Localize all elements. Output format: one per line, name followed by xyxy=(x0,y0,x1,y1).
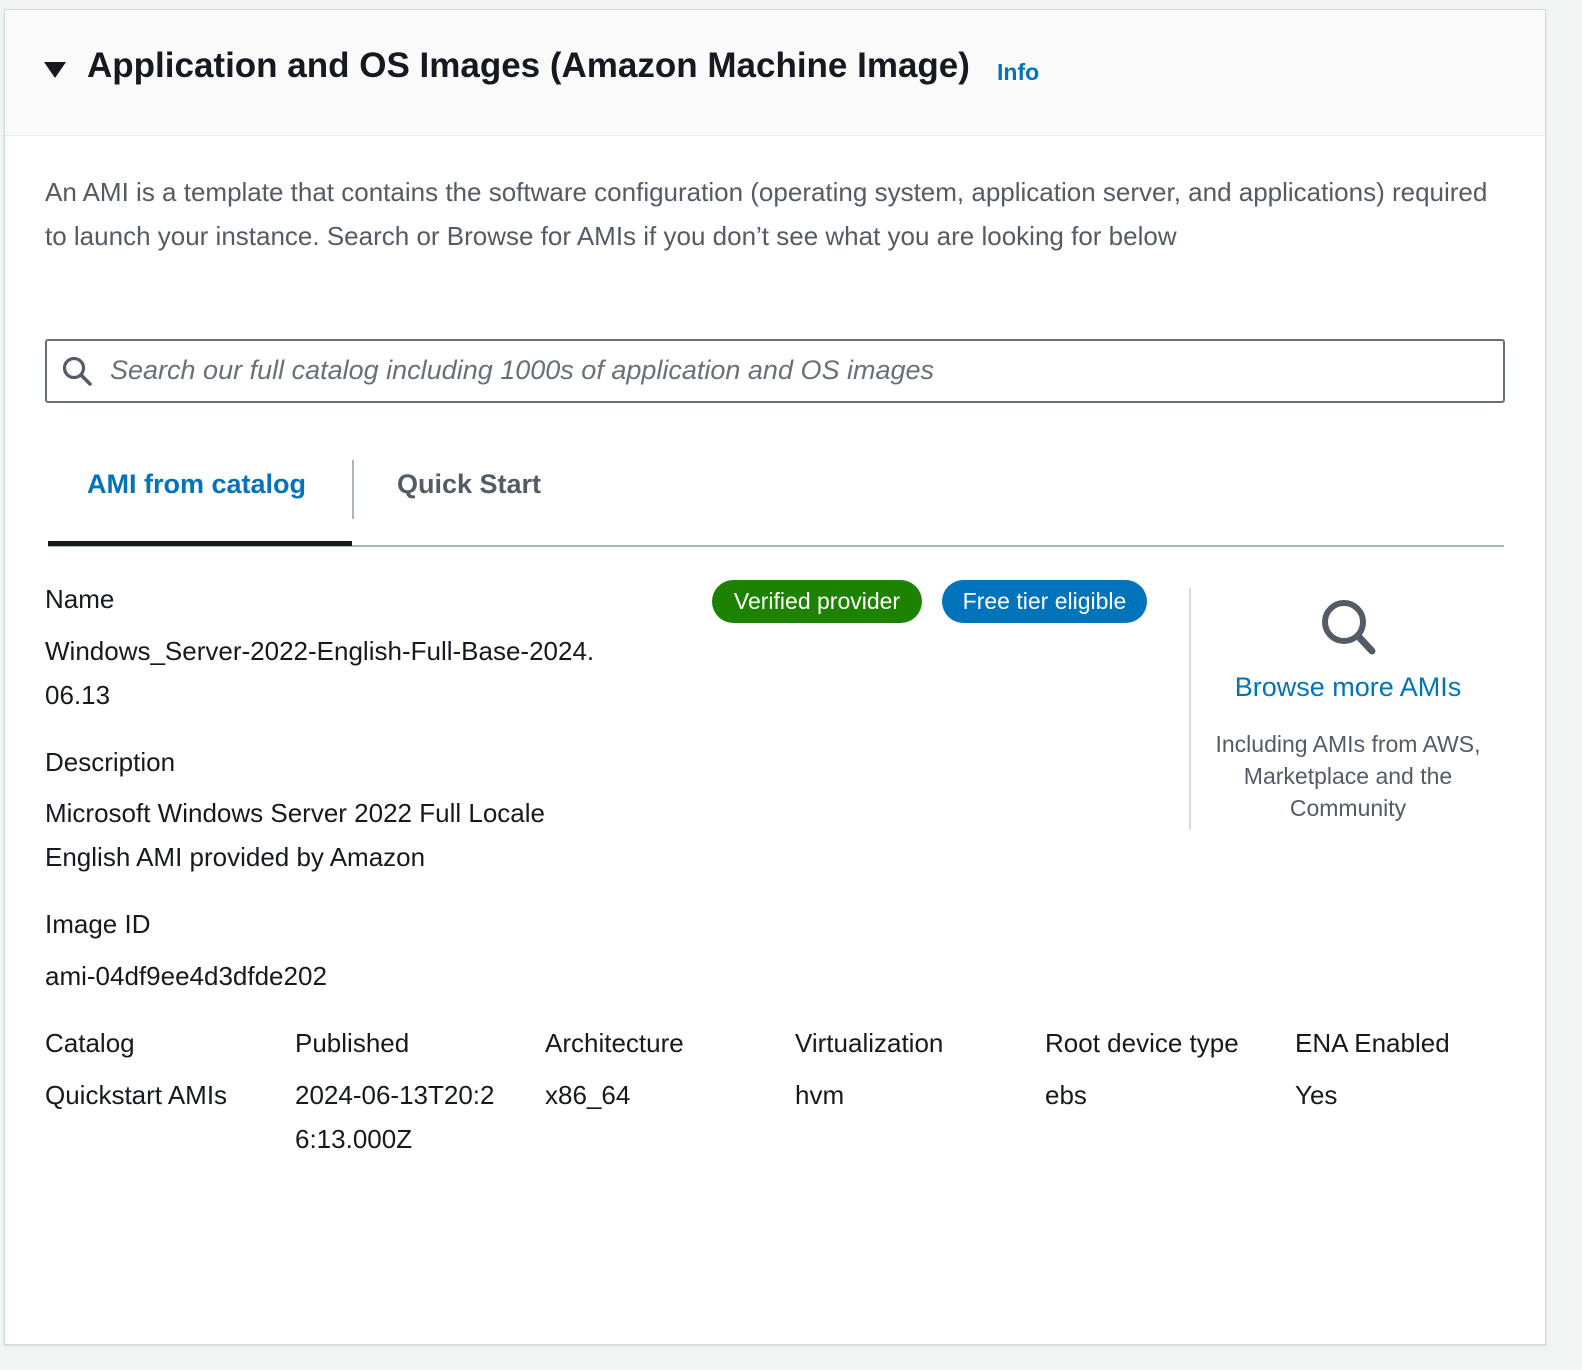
section-description: An AMI is a template that contains the s… xyxy=(45,177,1488,251)
verified-provider-badge: Verified provider xyxy=(712,580,922,623)
root-device-type-value: ebs xyxy=(1045,1080,1087,1110)
catalog-value: Quickstart AMIs xyxy=(45,1080,228,1110)
tab-ami-from-catalog[interactable]: AMI from catalog xyxy=(87,469,306,500)
architecture-value: x86_64 xyxy=(545,1080,631,1110)
virtualization-label: Virtualization xyxy=(795,1028,944,1058)
ena-enabled-label: ENA Enabled xyxy=(1295,1028,1450,1058)
image-id-value: ami-04df9ee4d3dfde202 xyxy=(45,961,327,991)
section-title: Application and OS Images (Amazon Machin… xyxy=(87,46,970,85)
caret-down-icon[interactable] xyxy=(44,62,66,78)
info-link[interactable]: Info xyxy=(997,59,1039,86)
virtualization-value: hvm xyxy=(795,1080,845,1110)
section-header[interactable]: Application and OS Images (Amazon Machin… xyxy=(5,10,1545,136)
tab-quick-start[interactable]: Quick Start xyxy=(397,469,541,500)
description-value: Microsoft Windows Server 2022 Full Local… xyxy=(45,798,545,872)
description-label: Description xyxy=(45,747,176,777)
name-label: Name xyxy=(45,584,115,614)
search-icon xyxy=(62,356,92,386)
ami-section-panel: Application and OS Images (Amazon Machin… xyxy=(4,9,1546,1345)
ami-search-input[interactable]: Search our full catalog including 1000s … xyxy=(45,339,1505,403)
search-placeholder: Search our full catalog including 1000s … xyxy=(110,355,935,385)
name-value: Windows_Server-2022-English-Full-Base-20… xyxy=(45,636,595,710)
browse-more-amis-link[interactable]: Browse more AMIs xyxy=(1195,672,1501,703)
catalog-label: Catalog xyxy=(45,1028,135,1058)
browse-description: Including AMIs from AWS, Marketplace and… xyxy=(1215,731,1481,821)
magnifier-icon[interactable] xyxy=(1317,596,1379,658)
active-tab-indicator xyxy=(48,541,352,546)
free-tier-badge: Free tier eligible xyxy=(942,580,1147,623)
architecture-label: Architecture xyxy=(545,1028,684,1058)
root-device-type-label: Root device type xyxy=(1045,1028,1239,1058)
published-label: Published xyxy=(295,1028,410,1058)
tab-divider xyxy=(352,460,354,519)
browse-divider xyxy=(1189,588,1191,830)
image-id-label: Image ID xyxy=(45,909,151,939)
ena-enabled-value: Yes xyxy=(1295,1080,1338,1110)
published-value: 2024-06-13T20:26:13.000Z xyxy=(295,1080,495,1154)
